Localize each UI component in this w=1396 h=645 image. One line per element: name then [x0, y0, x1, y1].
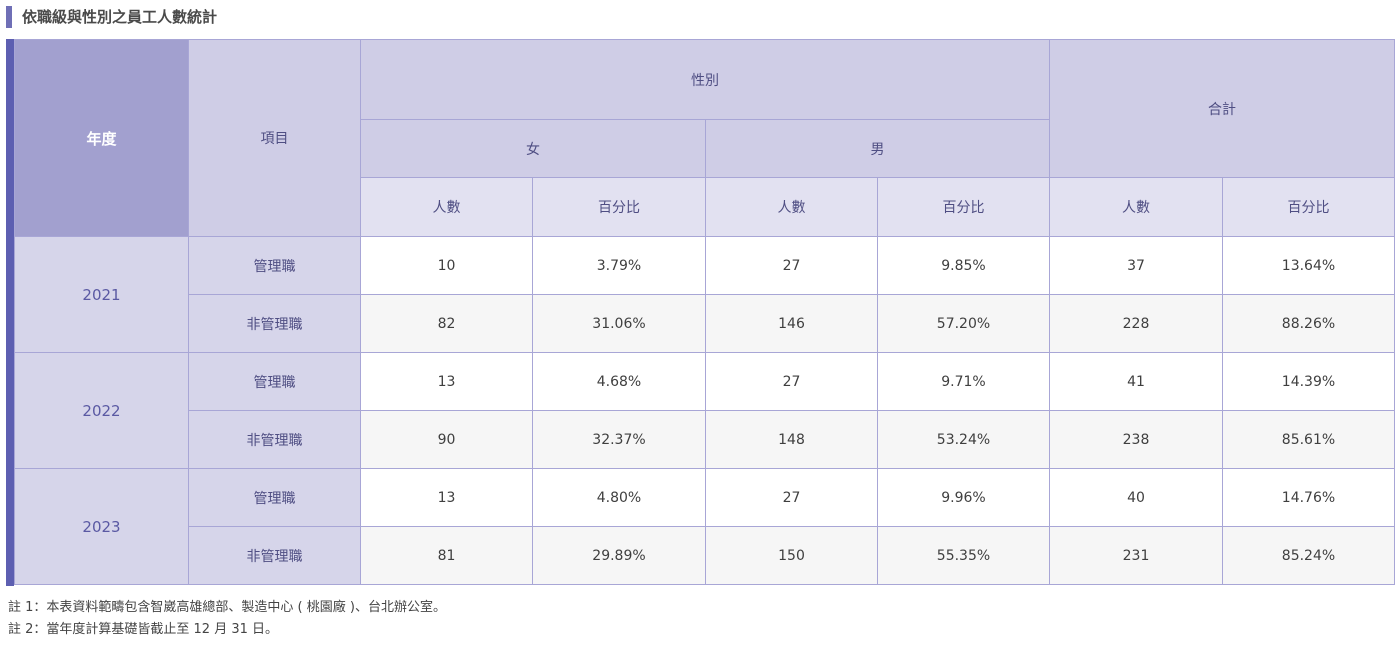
- male-percent-cell: 57.20%: [877, 294, 1050, 353]
- female-percent-cell: 3.79%: [532, 236, 706, 295]
- female-percent-cell: 4.80%: [532, 468, 706, 527]
- male-count-cell: 150: [705, 526, 878, 585]
- header-year: 年度: [14, 39, 189, 237]
- year-cell: 2022: [14, 352, 189, 469]
- male-percent-cell: 9.71%: [877, 352, 1050, 411]
- header-female: 女: [360, 119, 706, 178]
- footnotes: 註 1：本表資料範疇包含智崴高雄總部、製造中心 ( 桃園廠 )、台北辦公室。 註…: [8, 597, 446, 641]
- male-count-cell: 146: [705, 294, 878, 353]
- female-percent-cell: 29.89%: [532, 526, 706, 585]
- footnote-1: 註 1：本表資料範疇包含智崴高雄總部、製造中心 ( 桃園廠 )、台北辦公室。: [8, 600, 446, 615]
- header-female-count: 人數: [360, 177, 533, 237]
- total-percent-cell: 14.39%: [1222, 352, 1395, 411]
- female-percent-cell: 4.68%: [532, 352, 706, 411]
- female-percent-cell: 31.06%: [532, 294, 706, 353]
- item-cell: 非管理職: [188, 294, 361, 353]
- table-accent-bar: [6, 39, 14, 586]
- total-count-cell: 228: [1049, 294, 1223, 353]
- female-percent-cell: 32.37%: [532, 410, 706, 469]
- page-title: 依職級與性別之員工人數統計: [22, 8, 218, 26]
- header-total-percent: 百分比: [1222, 177, 1395, 237]
- item-cell: 非管理職: [188, 410, 361, 469]
- total-percent-cell: 85.24%: [1222, 526, 1395, 585]
- female-count-cell: 10: [360, 236, 533, 295]
- total-count-cell: 41: [1049, 352, 1223, 411]
- footnote-2: 註 2：當年度計算基礎皆截止至 12 月 31 日。: [8, 622, 279, 637]
- male-percent-cell: 53.24%: [877, 410, 1050, 469]
- total-percent-cell: 85.61%: [1222, 410, 1395, 469]
- item-cell: 管理職: [188, 236, 361, 295]
- total-percent-cell: 14.76%: [1222, 468, 1395, 527]
- stats-table-container: 年度 項目 性別 合計 女 男 人數 百分比 人數 百分比 人數 百分比 202…: [6, 39, 1395, 586]
- female-count-cell: 13: [360, 352, 533, 411]
- table-row: 非管理職 81 29.89% 150 55.35% 231 85.24%: [15, 526, 1395, 585]
- item-cell: 管理職: [188, 352, 361, 411]
- header-female-percent: 百分比: [532, 177, 706, 237]
- header-male-percent: 百分比: [877, 177, 1050, 237]
- total-count-cell: 40: [1049, 468, 1223, 527]
- header-total-count: 人數: [1049, 177, 1223, 237]
- item-cell: 非管理職: [188, 526, 361, 585]
- header-gender: 性別: [360, 39, 1050, 120]
- total-percent-cell: 13.64%: [1222, 236, 1395, 295]
- table-row: 2022 管理職 13 4.68% 27 9.71% 41 14.39%: [14, 352, 1395, 469]
- male-count-cell: 27: [705, 236, 878, 295]
- table-row: 2021 管理職 10 3.79% 27 9.85% 37 13.64%: [14, 236, 1395, 353]
- total-count-cell: 238: [1049, 410, 1223, 469]
- title-accent-bar: [6, 6, 12, 28]
- female-count-cell: 81: [360, 526, 533, 585]
- employee-stats-table: 年度 項目 性別 合計 女 男 人數 百分比 人數 百分比 人數 百分比 202…: [14, 39, 1395, 585]
- male-count-cell: 27: [705, 468, 878, 527]
- header-male-count: 人數: [705, 177, 878, 237]
- table-row: 2023 管理職 13 4.80% 27 9.96% 40 14.76%: [14, 468, 1395, 585]
- table-row: 非管理職 90 32.37% 148 53.24% 238 85.61%: [15, 410, 1395, 469]
- female-count-cell: 82: [360, 294, 533, 353]
- total-percent-cell: 88.26%: [1222, 294, 1395, 353]
- female-count-cell: 90: [360, 410, 533, 469]
- total-count-cell: 231: [1049, 526, 1223, 585]
- male-percent-cell: 9.96%: [877, 468, 1050, 527]
- male-count-cell: 148: [705, 410, 878, 469]
- header-total: 合計: [1049, 39, 1395, 178]
- table-row: 非管理職 82 31.06% 146 57.20% 228 88.26%: [15, 294, 1395, 353]
- item-cell: 管理職: [188, 468, 361, 527]
- female-count-cell: 13: [360, 468, 533, 527]
- male-percent-cell: 9.85%: [877, 236, 1050, 295]
- year-cell: 2021: [14, 236, 189, 353]
- total-count-cell: 37: [1049, 236, 1223, 295]
- header-item: 項目: [188, 39, 361, 237]
- year-cell: 2023: [14, 468, 189, 585]
- male-count-cell: 27: [705, 352, 878, 411]
- male-percent-cell: 55.35%: [877, 526, 1050, 585]
- header-male: 男: [705, 119, 1050, 178]
